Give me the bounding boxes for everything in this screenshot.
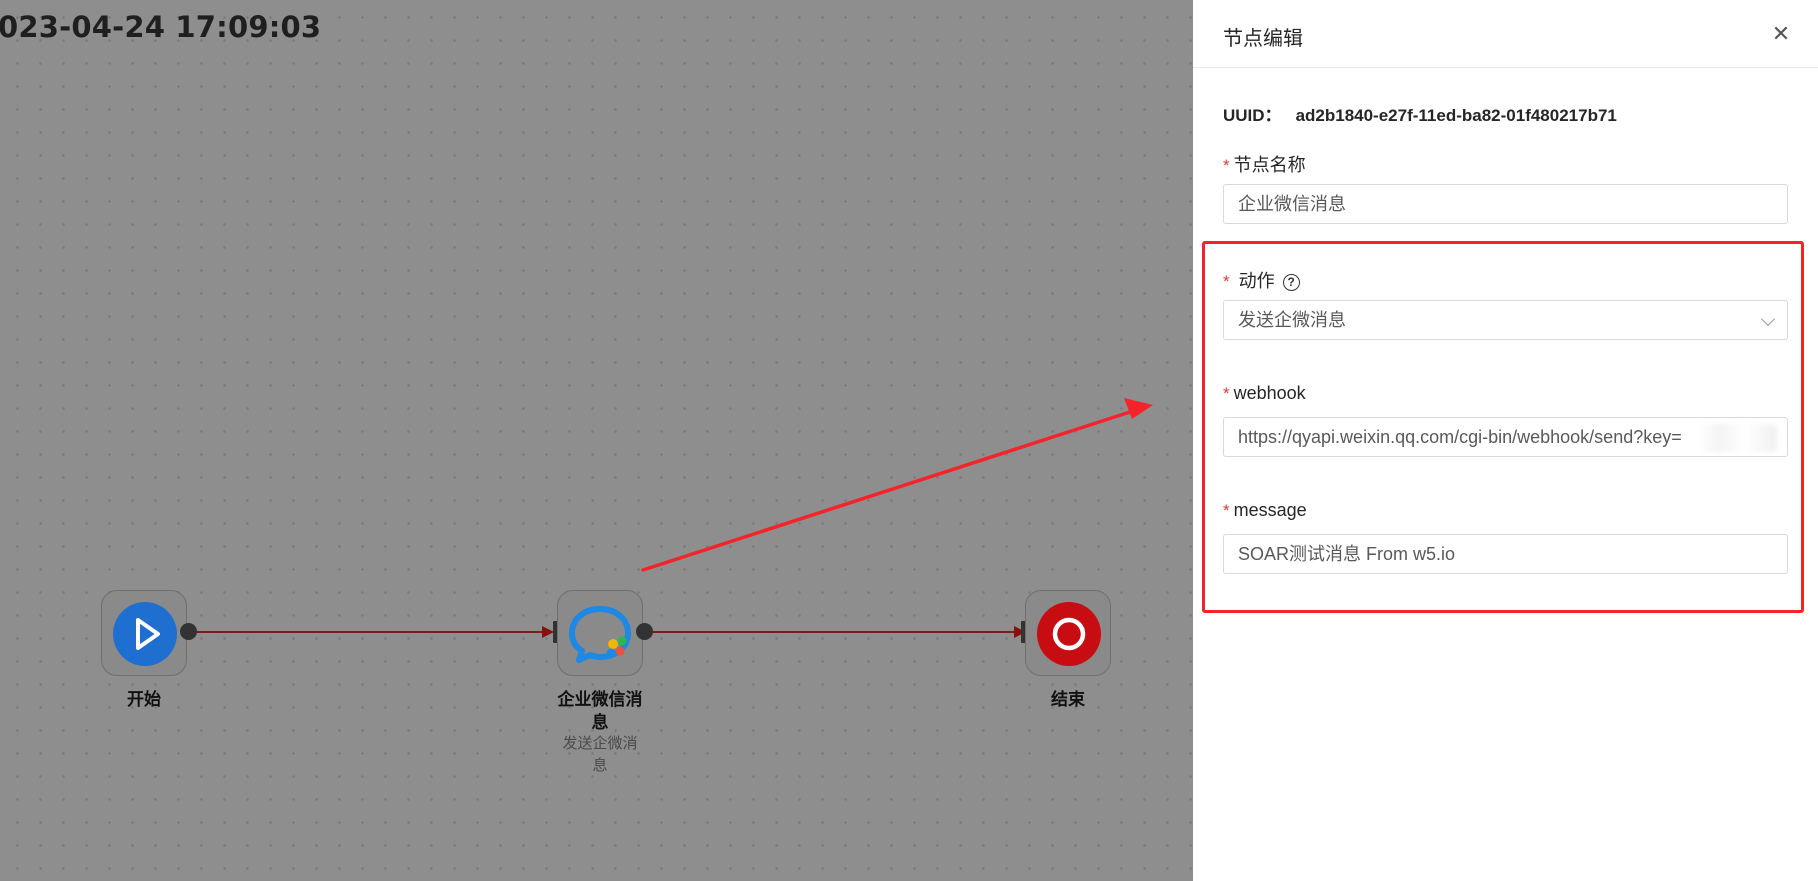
required-mark: *: [1223, 501, 1230, 520]
webhook-input[interactable]: https://qyapi.weixin.qq.com/cgi-bin/webh…: [1223, 417, 1788, 457]
node-name-input[interactable]: 企业微信消息: [1223, 184, 1788, 224]
required-mark: *: [1223, 272, 1230, 291]
node-start-output-port[interactable]: [180, 623, 197, 640]
help-icon[interactable]: ?: [1282, 274, 1300, 291]
drawer-title: 节点编辑: [1223, 28, 1303, 50]
uuid-label: UUID：: [1223, 106, 1282, 125]
node-wechat-subtitle-line1: 发送企微消: [562, 735, 638, 752]
action-select-value: 发送企微消息: [1238, 310, 1346, 330]
uuid-row: UUID： ad2b1840-e27f-11ed-ba82-01f480217b7…: [1223, 101, 1617, 126]
required-mark: *: [1223, 156, 1230, 175]
message-input[interactable]: SOAR测试消息 From w5.io: [1223, 534, 1788, 574]
play-icon: [113, 602, 177, 666]
node-wechat-subtitle-line2: 息: [592, 757, 608, 774]
canvas-timestamp: 023-04-24 17:09:03: [0, 10, 322, 44]
message-label: * message: [1223, 500, 1307, 520]
edge-wechat-to-end[interactable]: [646, 626, 1026, 638]
webhook-label: * webhook: [1223, 383, 1306, 403]
uuid-value: ad2b1840-e27f-11ed-ba82-01f480217b71: [1295, 106, 1617, 125]
chevron-down-icon: [1760, 311, 1776, 327]
node-wechat-label-line1: 企业微信消: [557, 690, 643, 709]
node-edit-drawer: 节点编辑 ✕ UUID： ad2b1840-e27f-11ed-ba82-01f4…: [1193, 0, 1818, 881]
webhook-input-value: https://qyapi.weixin.qq.com/cgi-bin/webh…: [1238, 427, 1682, 447]
node-end-label: 结束: [1051, 690, 1085, 709]
action-select[interactable]: 发送企微消息: [1223, 300, 1788, 340]
stop-icon: [1037, 602, 1101, 666]
wechat-work-icon: [566, 601, 636, 667]
node-start[interactable]: [101, 590, 187, 676]
node-wechat-message[interactable]: [557, 590, 643, 676]
edge-start-to-wechat[interactable]: [190, 626, 554, 638]
required-mark: *: [1223, 384, 1230, 403]
node-wechat-label-line2: 息: [591, 713, 609, 732]
redacted-key-blur: [1699, 424, 1777, 452]
node-start-label: 开始: [127, 690, 161, 709]
node-wechat-subtitle: 发送企微消 息: [555, 733, 645, 777]
close-icon[interactable]: ✕: [1770, 23, 1792, 45]
drawer-header: 节点编辑 ✕: [1193, 0, 1818, 68]
node-name-label: * 节点名称: [1223, 155, 1306, 175]
node-wechat-label: 企业微信消 息: [540, 688, 660, 734]
node-wechat-output-port[interactable]: [636, 623, 653, 640]
node-end[interactable]: [1025, 590, 1111, 676]
action-label: * 动作?: [1223, 267, 1300, 293]
workflow-canvas[interactable]: 023-04-24 17:09:03 开始 企业微信消 息 发送企微消 息 结束: [0, 0, 1193, 881]
